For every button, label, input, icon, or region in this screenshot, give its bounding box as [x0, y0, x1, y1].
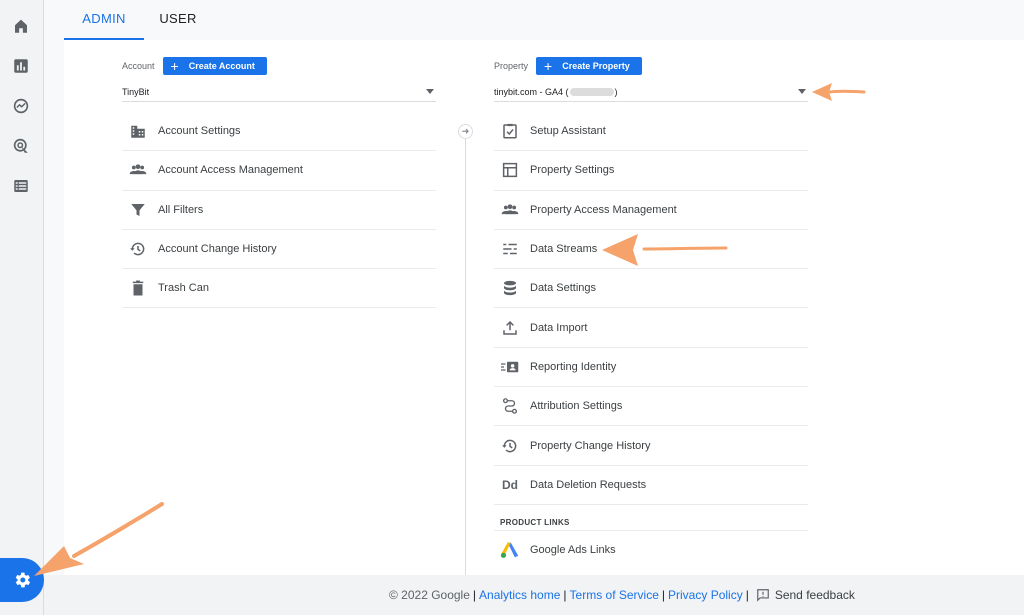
- reports-icon[interactable]: [10, 55, 32, 77]
- link-arrow-icon: ➜: [458, 124, 473, 139]
- redacted-property-id: [569, 87, 614, 96]
- list-item-label: Attribution Settings: [530, 400, 623, 413]
- annotation-arrow-data-streams: [602, 234, 728, 266]
- list-item-label: Account Access Management: [158, 164, 303, 177]
- streams-icon: [500, 239, 520, 259]
- trash-icon: [128, 278, 148, 298]
- property-menu-item-data-settings[interactable]: Data Settings: [494, 269, 808, 309]
- explore-icon[interactable]: [10, 95, 32, 117]
- annotation-arrow-admin-gear: [34, 502, 164, 576]
- dropdown-caret-icon: [426, 89, 434, 94]
- list-item-label: Account Change History: [158, 243, 277, 256]
- list-item-label: Setup Assistant: [530, 125, 606, 138]
- account-menu-item-access[interactable]: Account Access Management: [122, 151, 436, 191]
- attribution-icon: [500, 396, 520, 416]
- plus-icon: +: [170, 58, 179, 74]
- column-divider: [465, 124, 466, 575]
- account-label: Account: [122, 61, 155, 71]
- building-icon: [128, 121, 148, 141]
- google-ads-icon: [500, 540, 520, 560]
- list-item-label: Google Ads Links: [530, 544, 616, 556]
- property-menu-item-access[interactable]: Property Access Management: [494, 191, 808, 230]
- identity-icon: [500, 357, 520, 377]
- people-icon: [500, 200, 520, 220]
- upload-icon: [500, 318, 520, 338]
- product-links-header: PRODUCT LINKS: [500, 518, 570, 527]
- checklist-icon: [500, 121, 520, 141]
- footer-separator: |: [661, 588, 666, 602]
- account-menu: Account Settings Account Access Manageme…: [122, 112, 436, 309]
- tab-user[interactable]: USER: [148, 0, 208, 40]
- list-item-label: Property Settings: [530, 164, 615, 177]
- annotation-arrow-property: [812, 83, 866, 101]
- layout-icon: [500, 160, 520, 180]
- property-selected-prefix: tinybit.com - GA4 (: [494, 86, 569, 97]
- send-feedback-label: Send feedback: [774, 588, 855, 602]
- terms-link[interactable]: Terms of Service: [570, 588, 659, 602]
- feedback-icon: [756, 589, 769, 602]
- create-account-label: Create Account: [188, 61, 255, 71]
- property-selected-suffix: ): [614, 86, 618, 97]
- account-selected-value: TinyBit: [122, 86, 150, 97]
- create-property-label: Create Property: [562, 61, 630, 71]
- database-icon: [500, 278, 520, 298]
- property-menu-item-attribution[interactable]: Attribution Settings: [494, 387, 808, 427]
- footer: © 2022 Google | Analytics home | Terms o…: [44, 575, 1024, 615]
- property-menu-item-data-import[interactable]: Data Import: [494, 308, 808, 348]
- property-menu: Setup Assistant Property Settings Proper…: [494, 112, 808, 505]
- list-item-label: Trash Can: [158, 282, 209, 295]
- property-selector[interactable]: tinybit.com - GA4 (): [494, 82, 808, 102]
- property-menu-item-google-ads-links[interactable]: Google Ads Links: [494, 540, 808, 560]
- property-menu-item-setup-assistant[interactable]: Setup Assistant: [494, 112, 808, 152]
- account-menu-item-filters[interactable]: All Filters: [122, 191, 436, 230]
- list-item-label: Reporting Identity: [530, 360, 617, 373]
- list-item-label: Account Settings: [158, 125, 241, 138]
- property-header: Property + Create Property: [494, 57, 642, 75]
- advertising-icon[interactable]: [10, 135, 32, 157]
- create-account-button[interactable]: + Create Account: [162, 57, 267, 75]
- account-menu-item-change-history[interactable]: Account Change History: [122, 230, 436, 270]
- analytics-home-link[interactable]: Analytics home: [479, 588, 560, 602]
- history-icon: [500, 436, 520, 456]
- account-menu-item-trash[interactable]: Trash Can: [122, 269, 436, 309]
- product-links-divider: [494, 530, 808, 531]
- admin-tabbar: ADMIN USER: [44, 0, 1024, 40]
- account-menu-item-settings[interactable]: Account Settings: [122, 112, 436, 152]
- list-item-label: Data Streams: [530, 243, 598, 256]
- list-item-label: Property Change History: [530, 439, 651, 452]
- filter-icon: [128, 200, 148, 220]
- footer-separator: |: [745, 588, 749, 602]
- people-icon: [128, 160, 148, 180]
- copyright-text: © 2022 Google: [389, 588, 470, 602]
- list-item-label: Data Import: [530, 321, 588, 334]
- history-icon: [128, 239, 148, 259]
- dd-icon: Dd: [500, 475, 520, 495]
- footer-separator: |: [472, 588, 477, 602]
- send-feedback-button[interactable]: Send feedback: [756, 588, 855, 602]
- property-menu-item-reporting-identity[interactable]: Reporting Identity: [494, 348, 808, 388]
- content-gutter: [44, 40, 64, 575]
- create-property-button[interactable]: + Create Property: [536, 57, 642, 75]
- list-item-label: All Filters: [158, 203, 204, 216]
- property-menu-item-data-deletion[interactable]: Dd Data Deletion Requests: [494, 466, 808, 505]
- property-label: Property: [494, 61, 529, 71]
- list-item-label: Property Access Management: [530, 203, 677, 216]
- dd-icon-text: Dd: [502, 477, 518, 492]
- property-menu-item-change-history[interactable]: Property Change History: [494, 426, 808, 466]
- footer-separator: |: [563, 588, 567, 602]
- account-header: Account + Create Account: [122, 57, 267, 75]
- plus-icon: +: [544, 58, 553, 74]
- configure-icon[interactable]: [10, 175, 32, 197]
- list-item-label: Data Settings: [530, 282, 597, 295]
- list-item-label: Data Deletion Requests: [530, 478, 647, 491]
- tab-admin[interactable]: ADMIN: [64, 0, 144, 40]
- account-selector[interactable]: TinyBit: [122, 82, 436, 102]
- dropdown-caret-icon: [798, 89, 806, 94]
- home-icon[interactable]: [10, 15, 32, 37]
- property-menu-item-settings[interactable]: Property Settings: [494, 151, 808, 191]
- privacy-link[interactable]: Privacy Policy: [668, 588, 743, 602]
